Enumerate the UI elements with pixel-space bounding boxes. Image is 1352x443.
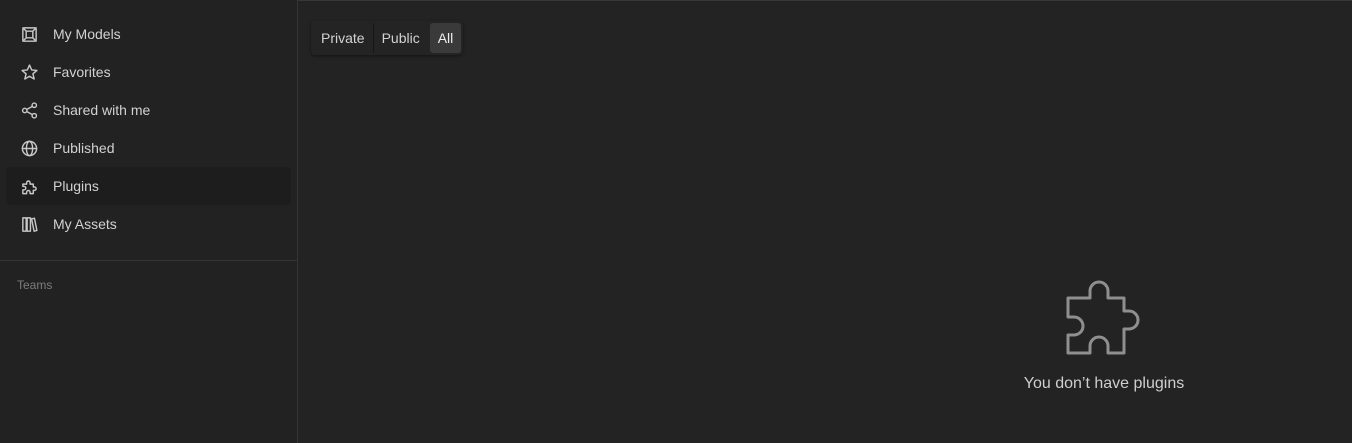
star-icon [19,62,39,82]
sidebar-item-shared-with-me[interactable]: Shared with me [6,91,291,129]
app-window: My Models Favorites Shared with me Publi… [0,0,1352,443]
globe-icon [19,138,39,158]
sidebar-nav: My Models Favorites Shared with me Publi… [0,0,297,243]
cube-box-icon [19,24,39,44]
sidebar-item-my-models[interactable]: My Models [6,15,291,53]
puzzle-icon [1066,280,1140,355]
sidebar-item-label: Plugins [53,178,99,194]
empty-state: You don’t have plugins [994,273,1214,393]
filter-all[interactable]: All [429,23,462,53]
sidebar-item-favorites[interactable]: Favorites [6,53,291,91]
teams-section-label: Teams [17,278,53,292]
sidebar-item-label: My Assets [53,216,117,232]
filter-private[interactable]: Private [313,23,373,53]
sidebar-item-plugins[interactable]: Plugins [6,167,291,205]
sidebar-item-label: Published [53,140,115,156]
sidebar-item-my-assets[interactable]: My Assets [6,205,291,243]
sidebar-item-label: Shared with me [53,102,151,118]
library-icon [19,214,39,234]
sidebar: My Models Favorites Shared with me Publi… [0,0,298,443]
sidebar-divider [0,260,297,261]
puzzle-icon [19,176,39,196]
share-icon [19,100,39,120]
sidebar-item-label: My Models [53,26,121,42]
sidebar-item-published[interactable]: Published [6,129,291,167]
sidebar-item-label: Favorites [53,64,111,80]
filter-public[interactable]: Public [374,23,428,53]
visibility-filter: Private Public All [311,21,464,55]
main-content: Private Public All You don’t have plugin… [298,0,1352,443]
empty-state-message: You don’t have plugins [1023,375,1185,392]
